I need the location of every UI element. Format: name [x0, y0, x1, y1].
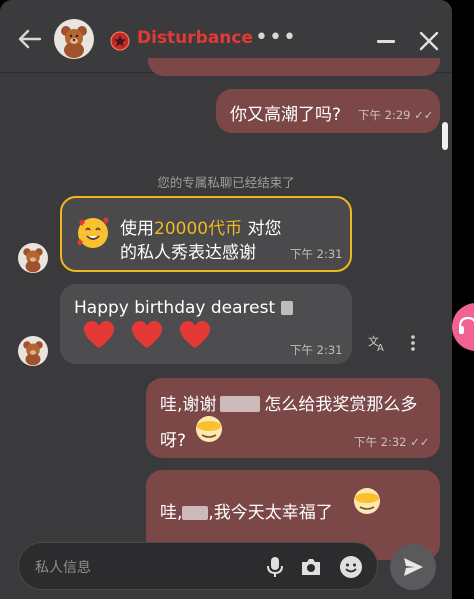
- gift-text-line2: 的私人秀表达感谢: [120, 243, 256, 263]
- arrow-left-icon[interactable]: [16, 25, 44, 53]
- message-timestamp: 下午 2:29 ✓✓: [358, 108, 434, 122]
- contact-avatar[interactable]: [54, 19, 94, 59]
- emoji-icon[interactable]: [339, 555, 363, 579]
- smiling-face-with-hearts-icon: [77, 217, 109, 248]
- translate-icon[interactable]: 文 A: [368, 334, 388, 352]
- message-text: 你又高潮了吗?: [230, 105, 342, 125]
- message-timestamp: 下午 2:32 ✓✓: [354, 435, 430, 449]
- message-text: Happy birthday dearest: [74, 298, 293, 318]
- red-heart-icon: [180, 321, 210, 348]
- send-icon: [404, 558, 423, 576]
- see-no-evil-emoji-icon: [354, 488, 380, 514]
- headset-icon: [458, 316, 474, 334]
- contact-avatar-small[interactable]: [18, 243, 48, 273]
- teddy-bear-icon: [61, 26, 87, 58]
- scrollbar[interactable]: [442, 122, 448, 150]
- message-timestamp: 下午 2:31: [290, 247, 343, 261]
- message-bubble-outgoing[interactable]: 你又高潮了吗? 下午 2:29 ✓✓: [216, 89, 440, 133]
- read-receipt-icon: ✓✓: [414, 108, 434, 122]
- message-input-bar[interactable]: 私人信息: [18, 542, 378, 590]
- contact-avatar-small[interactable]: [18, 336, 48, 366]
- message-input[interactable]: 私人信息: [35, 557, 91, 577]
- redacted-text: [182, 506, 209, 520]
- token-amount: 20000代币: [154, 219, 243, 239]
- gift-message[interactable]: 使用20000代币 对您 的私人秀表达感谢 下午 2:31: [60, 196, 352, 272]
- teddy-bear-icon: [23, 341, 43, 366]
- message-bubble-outgoing[interactable]: 哇,谢谢 怎么给我奖赏那么多 呀? 下午 2:32 ✓✓: [146, 378, 440, 458]
- floating-action-button[interactable]: [452, 303, 474, 351]
- message-timestamp: 下午 2:31: [290, 343, 343, 357]
- more-options-icon[interactable]: •••: [255, 27, 297, 49]
- message-text-line1: 哇,谢谢 怎么给我奖赏那么多: [160, 395, 418, 415]
- kebab-menu-icon[interactable]: [410, 334, 416, 352]
- close-icon[interactable]: [418, 30, 440, 52]
- microphone-icon[interactable]: [263, 555, 287, 579]
- contact-name[interactable]: Disturbance: [137, 28, 253, 48]
- message-text: 哇, ,我今天太幸福了: [160, 503, 333, 523]
- redacted-text: [280, 301, 293, 315]
- message-bubble-incoming[interactable]: Happy birthday dearest 下午 2:31: [60, 284, 352, 364]
- red-heart-icon: [84, 321, 114, 348]
- svg-text:A: A: [377, 343, 384, 352]
- camera-icon[interactable]: [299, 555, 323, 579]
- message-bubble-partial: [148, 58, 440, 76]
- send-button[interactable]: [390, 544, 436, 590]
- teddy-bear-icon: [23, 248, 43, 273]
- gift-text-line1: 使用20000代币 对您: [120, 219, 282, 239]
- see-no-evil-emoji-icon: [196, 416, 222, 442]
- read-receipt-icon: ✓✓: [410, 435, 430, 449]
- red-heart-icon: [132, 321, 162, 348]
- minimize-icon[interactable]: [377, 40, 395, 43]
- redacted-text: [220, 396, 261, 412]
- chat-window: Disturbance ••• 你又高潮了吗? 下午 2:29 ✓✓ 您的专属私…: [0, 0, 452, 599]
- message-text-line2: 呀?: [160, 431, 187, 451]
- do-not-disturb-icon: [110, 31, 130, 51]
- system-notice: 您的专属私聊已经结束了: [157, 175, 295, 190]
